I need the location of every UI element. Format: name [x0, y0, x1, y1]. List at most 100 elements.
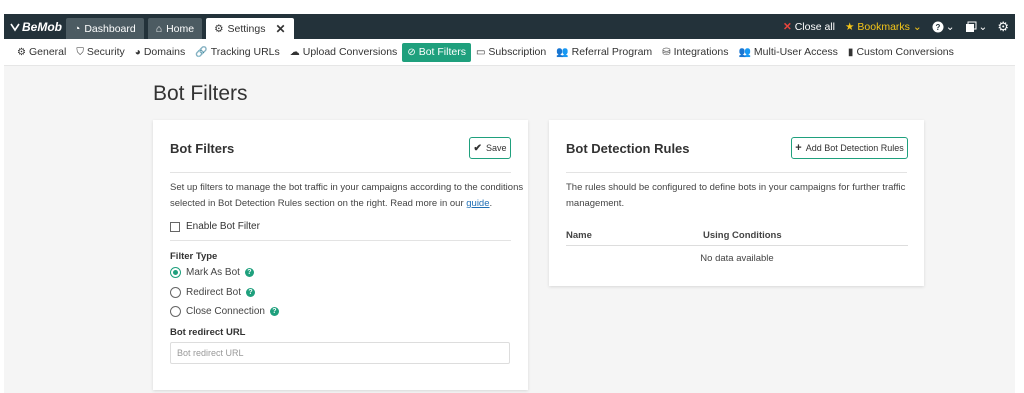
shield-icon: ⛉ — [76, 46, 84, 58]
guide-link[interactable]: guide — [466, 198, 489, 209]
bookmarks-button[interactable]: ★ Bookmarks ⌄ — [845, 21, 922, 33]
column-header-name[interactable]: Name — [566, 230, 592, 241]
logo-icon — [10, 23, 20, 31]
add-bot-detection-rules-button[interactable]: + Add Bot Detection Rules — [791, 137, 908, 159]
close-icon[interactable]: ✕ — [275, 22, 285, 36]
plug-icon: ⛁ — [662, 46, 671, 58]
home-icon: ⌂ — [155, 22, 163, 35]
description-line: management. — [566, 198, 625, 209]
subnav-item-domains[interactable]: ◕ Domains — [130, 43, 190, 62]
help-icon[interactable]: ? — [269, 307, 279, 316]
subnav-item-custom-conversions[interactable]: ▮ Custom Conversions — [843, 43, 959, 62]
top-right-tools: ✕ Close all ★ Bookmarks ⌄ ? ⌄ ⌄ ⚙ — [783, 19, 1015, 35]
divider — [170, 172, 511, 173]
svg-text:?: ? — [935, 23, 940, 32]
save-label: Save — [485, 143, 507, 153]
ban-icon: ⊘ — [407, 46, 416, 58]
subnav-item-security[interactable]: ⛉ Security — [71, 43, 129, 62]
cloud-upload-icon: ☁ — [289, 46, 300, 58]
dashboard-icon: ◔ — [74, 22, 81, 35]
bookmarks-label: Bookmarks — [857, 20, 910, 33]
gear-icon: ⚙ — [17, 46, 26, 58]
plus-icon: + — [795, 142, 802, 154]
users-icon: 👥 — [556, 46, 569, 58]
windows-icon — [965, 21, 977, 32]
rules-table-header: Name Using Conditions — [566, 230, 908, 246]
settings-button[interactable]: ⚙ — [997, 19, 1009, 35]
subnav-item-referral-program[interactable]: 👥 Referral Program — [551, 43, 657, 62]
tab-home[interactable]: ⌂ Home — [147, 18, 203, 39]
subnav-item-bot-filters[interactable]: ⊘ Bot Filters — [402, 42, 471, 62]
users-icon: 👥 — [738, 46, 751, 58]
subnav-item-multi-user-access[interactable]: 👥 Multi-User Access — [733, 43, 842, 62]
gear-icon: ⚙ — [214, 22, 224, 35]
subnav-item-upload-conversions[interactable]: ☁ Upload Conversions — [285, 43, 403, 62]
radio-label: Close Connection — [186, 306, 265, 317]
close-all-button[interactable]: ✕ Close all — [783, 21, 835, 33]
help-icon[interactable]: ? — [244, 268, 254, 277]
star-icon: ★ — [844, 20, 855, 33]
subnav-label: Subscription — [488, 46, 547, 58]
radio-mark-as-bot[interactable]: Mark As Bot ? — [170, 267, 254, 278]
tab-settings[interactable]: ⚙ Settings ✕ — [206, 18, 294, 39]
subnav-label: Integrations — [673, 46, 729, 58]
help-icon[interactable]: ? — [246, 288, 256, 297]
subnav-label: General — [28, 46, 67, 58]
subnav-label: Referral Program — [571, 46, 653, 58]
bot-filters-card: Bot Filters ✔ Save Set up filters to man… — [153, 120, 528, 390]
subnav-item-integrations[interactable]: ⛁ Integrations — [657, 43, 733, 62]
page-title: Bot Filters — [153, 82, 248, 105]
description-text: selected in Bot Detection Rules section … — [170, 198, 464, 209]
radio-close-connection[interactable]: Close Connection ? — [170, 306, 279, 317]
tab-label: Home — [166, 22, 195, 35]
add-label: Add Bot Detection Rules — [805, 143, 904, 153]
link-icon: 🔗 — [195, 46, 208, 58]
subnav-item-tracking-urls[interactable]: 🔗 Tracking URLs — [190, 43, 285, 62]
help-circle-icon: ? — [932, 21, 944, 32]
close-all-label: Close all — [794, 20, 835, 33]
subnav-label: Security — [86, 46, 125, 58]
description-line: selected in Bot Detection Rules section … — [170, 196, 523, 212]
radio-redirect-bot[interactable]: Redirect Bot ? — [170, 287, 256, 298]
close-icon: ✕ — [782, 20, 792, 33]
logo-text: BeMob — [22, 19, 62, 34]
radio-button[interactable] — [170, 267, 181, 278]
divider — [170, 240, 511, 241]
divider — [566, 172, 907, 173]
chevron-down-icon: ⌄ — [978, 20, 988, 33]
radio-button[interactable] — [170, 287, 181, 298]
empty-table-message: No data available — [700, 253, 774, 264]
tab-label: Dashboard — [84, 22, 136, 35]
checkbox[interactable] — [170, 221, 180, 232]
checkbox-label: Enable Bot Filter — [186, 221, 260, 232]
radio-label: Mark As Bot — [186, 267, 240, 278]
subnav-label: Upload Conversions — [302, 46, 398, 58]
filter-type-label: Filter Type — [170, 251, 218, 262]
subnav-label: Multi-User Access — [753, 46, 838, 58]
logo[interactable]: BeMob — [10, 20, 66, 34]
bot-detection-rules-card: Bot Detection Rules + Add Bot Detection … — [549, 120, 924, 286]
chevron-down-icon: ⌄ — [945, 20, 955, 33]
subnav-label: Bot Filters — [418, 46, 466, 58]
credit-card-icon: ▭ — [475, 46, 486, 58]
file-icon: ▮ — [847, 46, 854, 58]
check-icon: ✔ — [473, 142, 482, 154]
help-menu-button[interactable]: ? ⌄ — [932, 21, 955, 33]
description-line: Set up filters to manage the bot traffic… — [170, 182, 524, 193]
globe-icon: ◕ — [134, 46, 141, 58]
radio-button[interactable] — [170, 306, 181, 317]
subnav-item-subscription[interactable]: ▭ Subscription — [471, 43, 551, 62]
tab-dashboard[interactable]: ◔ Dashboard — [66, 18, 144, 39]
subnav-item-general[interactable]: ⚙ General — [12, 43, 71, 62]
description-end: . — [489, 198, 493, 209]
bot-filters-description: Set up filters to manage the bot traffic… — [170, 180, 523, 212]
subnav-label: Tracking URLs — [210, 46, 280, 58]
enable-bot-filter-checkbox[interactable]: Enable Bot Filter — [170, 221, 260, 232]
save-button[interactable]: ✔ Save — [469, 137, 511, 159]
column-header-conditions[interactable]: Using Conditions — [703, 230, 782, 241]
bot-redirect-url-input[interactable] — [170, 342, 510, 364]
subnav-label: Domains — [143, 46, 186, 58]
subnav-label: Custom Conversions — [856, 46, 954, 58]
card-title: Bot Filters — [170, 141, 235, 156]
windows-menu-button[interactable]: ⌄ — [965, 20, 988, 33]
